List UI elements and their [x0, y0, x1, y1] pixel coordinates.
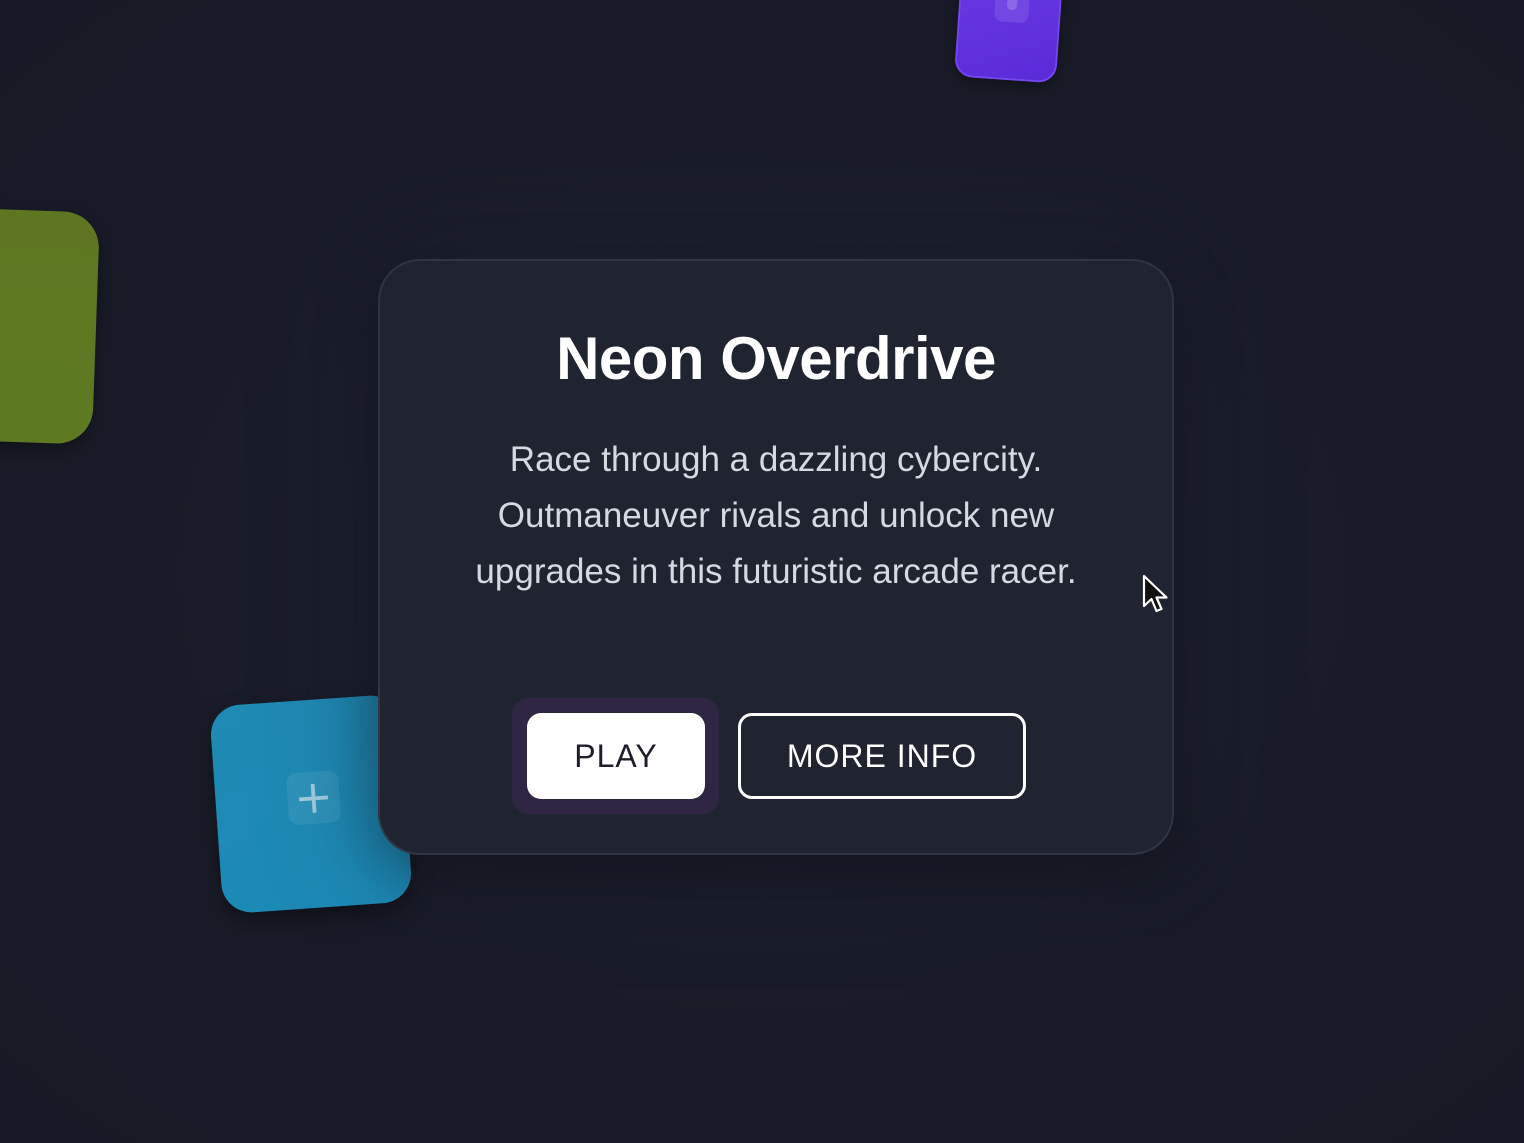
purple-game-tile[interactable]: [953, 0, 1065, 84]
game-description: Race through a dazzling cybercity. Outma…: [475, 440, 1077, 591]
more-info-button[interactable]: MORE INFO: [738, 713, 1026, 799]
gamepad-icon: [993, 0, 1030, 24]
plus-icon: +: [285, 769, 342, 826]
play-button[interactable]: PLAY: [527, 713, 705, 799]
game-title: Neon Overdrive: [556, 325, 996, 392]
game-launcher-screen: + Neon Overdrive Race through a dazzling…: [0, 0, 1524, 1143]
green-game-tile[interactable]: [0, 207, 101, 445]
mouse-pointer-icon: [1142, 574, 1168, 613]
